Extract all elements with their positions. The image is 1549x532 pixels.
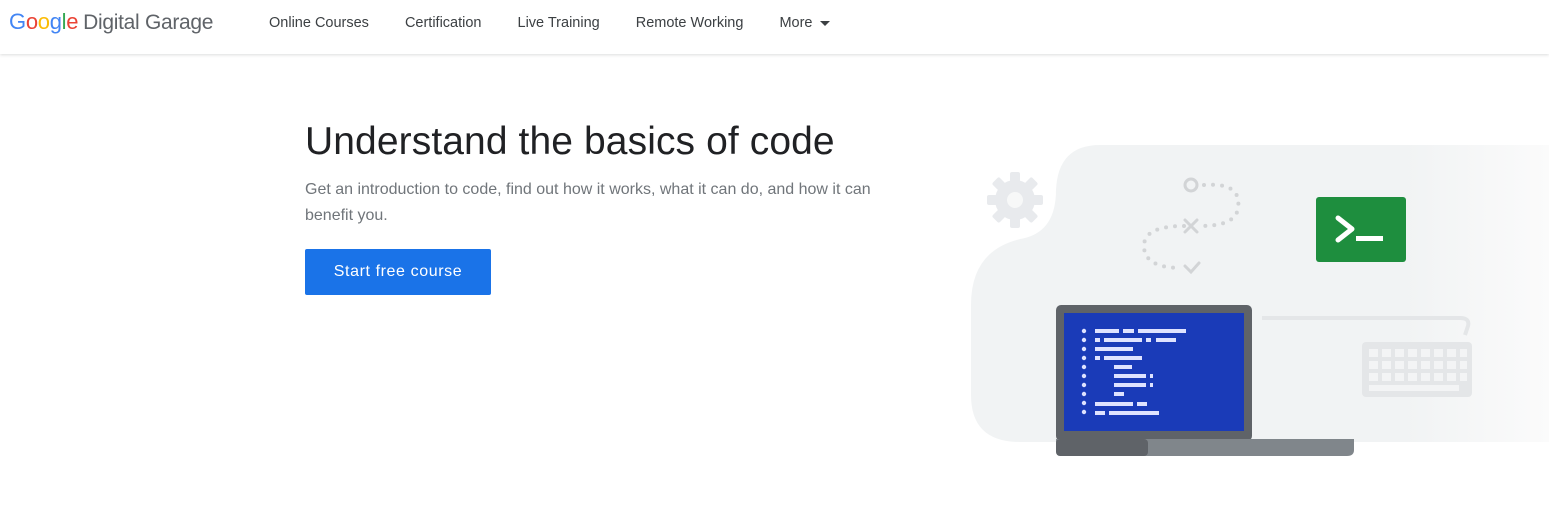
terminal-icon bbox=[1316, 197, 1406, 262]
logo-letter-o1: o bbox=[25, 9, 38, 34]
logo-letter-e: e bbox=[66, 9, 79, 34]
logo-product-name: Digital Garage bbox=[83, 11, 214, 34]
nav-remote-working[interactable]: Remote Working bbox=[636, 15, 744, 31]
logo-letter-o2: o bbox=[37, 9, 50, 34]
hero-subtitle: Get an introduction to code, find out ho… bbox=[305, 181, 871, 224]
hero-illustration bbox=[960, 130, 1549, 470]
nav-live-training[interactable]: Live Training bbox=[518, 15, 600, 31]
nav-online-courses[interactable]: Online Courses bbox=[269, 15, 369, 31]
nav-certification[interactable]: Certification bbox=[405, 15, 482, 31]
nav-more-menu[interactable]: More bbox=[779, 15, 831, 31]
logo-letter-g2: g bbox=[49, 9, 62, 34]
google-digital-garage-logo[interactable]: Google Digital Garage bbox=[9, 9, 214, 39]
logo-letter-g: G bbox=[9, 9, 26, 34]
start-free-course-button[interactable]: Start free course bbox=[305, 249, 491, 295]
hero-title: Understand the basics of code bbox=[305, 120, 835, 163]
caret-down-icon bbox=[820, 21, 831, 26]
top-navigation-bar: Google Digital Garage Online Courses Cer… bbox=[0, 0, 1549, 54]
nav-more-label: More bbox=[779, 15, 813, 31]
keyboard-icon bbox=[1362, 342, 1472, 397]
main-nav: Online Courses Certification Live Traini… bbox=[269, 0, 866, 46]
gear-icon bbox=[987, 172, 1043, 228]
